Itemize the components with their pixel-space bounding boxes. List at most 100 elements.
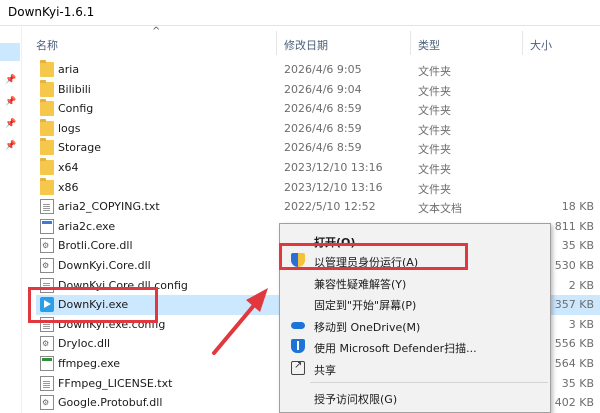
file-row[interactable]: x86 2023/12/10 13:16 文件夹 xyxy=(36,177,600,198)
file-date: 2026/4/6 8:59 xyxy=(284,141,362,155)
menu-item-defender-scan[interactable]: 使用 Microsoft Defender扫描... xyxy=(280,336,550,356)
file-row[interactable]: logs 2026/4/6 8:59 文件夹 xyxy=(36,118,600,139)
title-bar: DownKyi-1.6.1 xyxy=(0,0,600,26)
folder-icon xyxy=(40,158,54,175)
pin-icon[interactable]: 📌 xyxy=(5,97,16,107)
folder-icon xyxy=(40,60,54,77)
file-size: 556 KB xyxy=(554,337,594,351)
file-type: 文件夹 xyxy=(418,163,451,176)
column-divider[interactable] xyxy=(276,31,277,55)
column-size-header[interactable]: 大小 xyxy=(530,37,552,53)
file-size: 2 KB xyxy=(568,278,594,292)
folder-icon xyxy=(40,177,54,195)
ffmpeg-exe-icon xyxy=(40,356,54,371)
dll-file-icon xyxy=(40,395,54,411)
file-name: logs xyxy=(58,121,81,135)
file-name: ffmpeg.exe xyxy=(58,357,121,370)
column-type-header[interactable]: 类型 xyxy=(418,37,440,53)
file-type: 文本文档 xyxy=(418,202,462,216)
file-size: 530 KB xyxy=(554,259,594,272)
file-date: 2026/4/6 9:05 xyxy=(284,63,362,76)
navigation-pane[interactable]: 📌 📌 📌 📌 xyxy=(0,27,22,413)
folder-icon xyxy=(40,79,54,97)
file-type: 文件夹 xyxy=(418,143,451,157)
file-name: DownKyi.Core.dll xyxy=(58,259,151,272)
file-name: x64 xyxy=(58,161,79,174)
highlight-box-downkyi-exe xyxy=(28,287,158,323)
share-icon xyxy=(291,360,305,375)
menu-separator xyxy=(310,382,548,383)
file-date: 2026/4/6 8:59 xyxy=(284,102,362,116)
column-date-header[interactable]: 修改日期 xyxy=(284,37,328,53)
file-size: 3 KB xyxy=(568,317,594,331)
file-row[interactable]: aria 2026/4/6 9:05 文件夹 xyxy=(36,60,600,80)
file-name: x86 xyxy=(58,180,79,194)
highlight-box-run-as-admin xyxy=(279,243,468,270)
menu-item-share[interactable]: 共享 xyxy=(280,358,550,378)
pin-icon[interactable]: 📌 xyxy=(5,119,16,129)
dll-file-icon xyxy=(40,258,54,273)
file-name: Storage xyxy=(58,141,102,155)
file-name: DryIoc.dll xyxy=(58,337,111,351)
file-date: 2023/12/10 13:16 xyxy=(284,161,383,174)
pin-icon[interactable]: 📌 xyxy=(5,141,16,151)
defender-shield-icon xyxy=(291,339,305,353)
nav-selected-item[interactable] xyxy=(0,43,20,61)
file-name: Brotli.Core.dll xyxy=(58,239,133,253)
menu-item-label: 兼容性疑难解答(Y) xyxy=(314,278,407,291)
onedrive-cloud-icon xyxy=(291,318,305,332)
column-divider[interactable] xyxy=(522,31,523,55)
text-file-icon xyxy=(40,375,54,391)
text-file-icon xyxy=(40,199,54,215)
column-name-header[interactable]: 名称 xyxy=(36,37,58,53)
file-name: aria2c.exe xyxy=(58,219,116,233)
file-size: 357 KB xyxy=(554,298,594,312)
file-row[interactable]: aria2_COPYING.txt 2022/5/10 12:52 文本文档 1… xyxy=(36,197,600,217)
menu-item-label: 移动到 OneDrive(M) xyxy=(314,321,421,334)
file-size: 35 KB xyxy=(561,239,594,253)
file-name: Google.Protobuf.dll xyxy=(58,396,163,410)
menu-item-move-to-onedrive[interactable]: 移动到 OneDrive(M) xyxy=(280,315,550,335)
dll-file-icon xyxy=(40,336,54,352)
file-type: 文件夹 xyxy=(418,104,451,118)
file-name: Config xyxy=(58,102,94,116)
sort-ascending-icon: ^ xyxy=(152,26,161,37)
menu-item-troubleshoot-compat[interactable]: 兼容性疑难解答(Y) xyxy=(280,272,550,292)
file-name: aria2_COPYING.txt xyxy=(58,200,160,214)
column-divider[interactable] xyxy=(410,31,411,55)
menu-item-label: 授予访问权限(G) xyxy=(314,393,398,406)
pin-icon[interactable]: 📌 xyxy=(5,75,16,85)
file-size: 811 KB xyxy=(554,219,594,233)
folder-icon xyxy=(40,118,54,136)
file-row[interactable]: Bilibili 2026/4/6 9:04 文件夹 xyxy=(36,79,600,100)
menu-item-label: 固定到"开始"屏幕(P) xyxy=(314,299,417,312)
file-row[interactable]: Config 2026/4/6 8:59 文件夹 xyxy=(36,99,600,119)
file-name: aria xyxy=(58,63,80,76)
column-header: ^ 名称 修改日期 类型 大小 xyxy=(22,26,600,57)
folder-icon xyxy=(40,99,54,117)
folder-icon xyxy=(40,138,54,156)
file-row[interactable]: x64 2023/12/10 13:16 文件夹 xyxy=(36,158,600,178)
menu-item-label: 共享 xyxy=(314,364,336,377)
menu-item-label: 使用 Microsoft Defender扫描... xyxy=(314,342,477,355)
file-size: 402 KB xyxy=(554,396,594,410)
file-size: 35 KB xyxy=(561,376,594,390)
file-type: 文件夹 xyxy=(418,65,451,78)
file-date: 2022/5/10 12:52 xyxy=(284,200,376,214)
file-date: 2023/12/10 13:16 xyxy=(284,180,383,194)
exe-file-icon xyxy=(40,218,54,234)
file-date: 2026/4/6 8:59 xyxy=(284,121,362,135)
file-name: FFmpeg_LICENSE.txt xyxy=(58,376,173,390)
file-type: 文件夹 xyxy=(418,123,451,137)
file-type: 文件夹 xyxy=(418,84,451,98)
file-size: 564 KB xyxy=(554,357,594,370)
menu-item-pin-to-start[interactable]: 固定到"开始"屏幕(P) xyxy=(280,293,550,313)
file-type: 文件夹 xyxy=(418,182,451,196)
file-name: Bilibili xyxy=(58,82,91,96)
dll-file-icon xyxy=(40,238,54,254)
file-size: 18 KB xyxy=(561,200,594,214)
file-row[interactable]: Storage 2026/4/6 8:59 文件夹 xyxy=(36,138,600,158)
file-date: 2026/4/6 9:04 xyxy=(284,82,362,96)
menu-item-grant-access[interactable]: 授予访问权限(G) xyxy=(280,387,550,407)
window-title: DownKyi-1.6.1 xyxy=(8,5,95,19)
